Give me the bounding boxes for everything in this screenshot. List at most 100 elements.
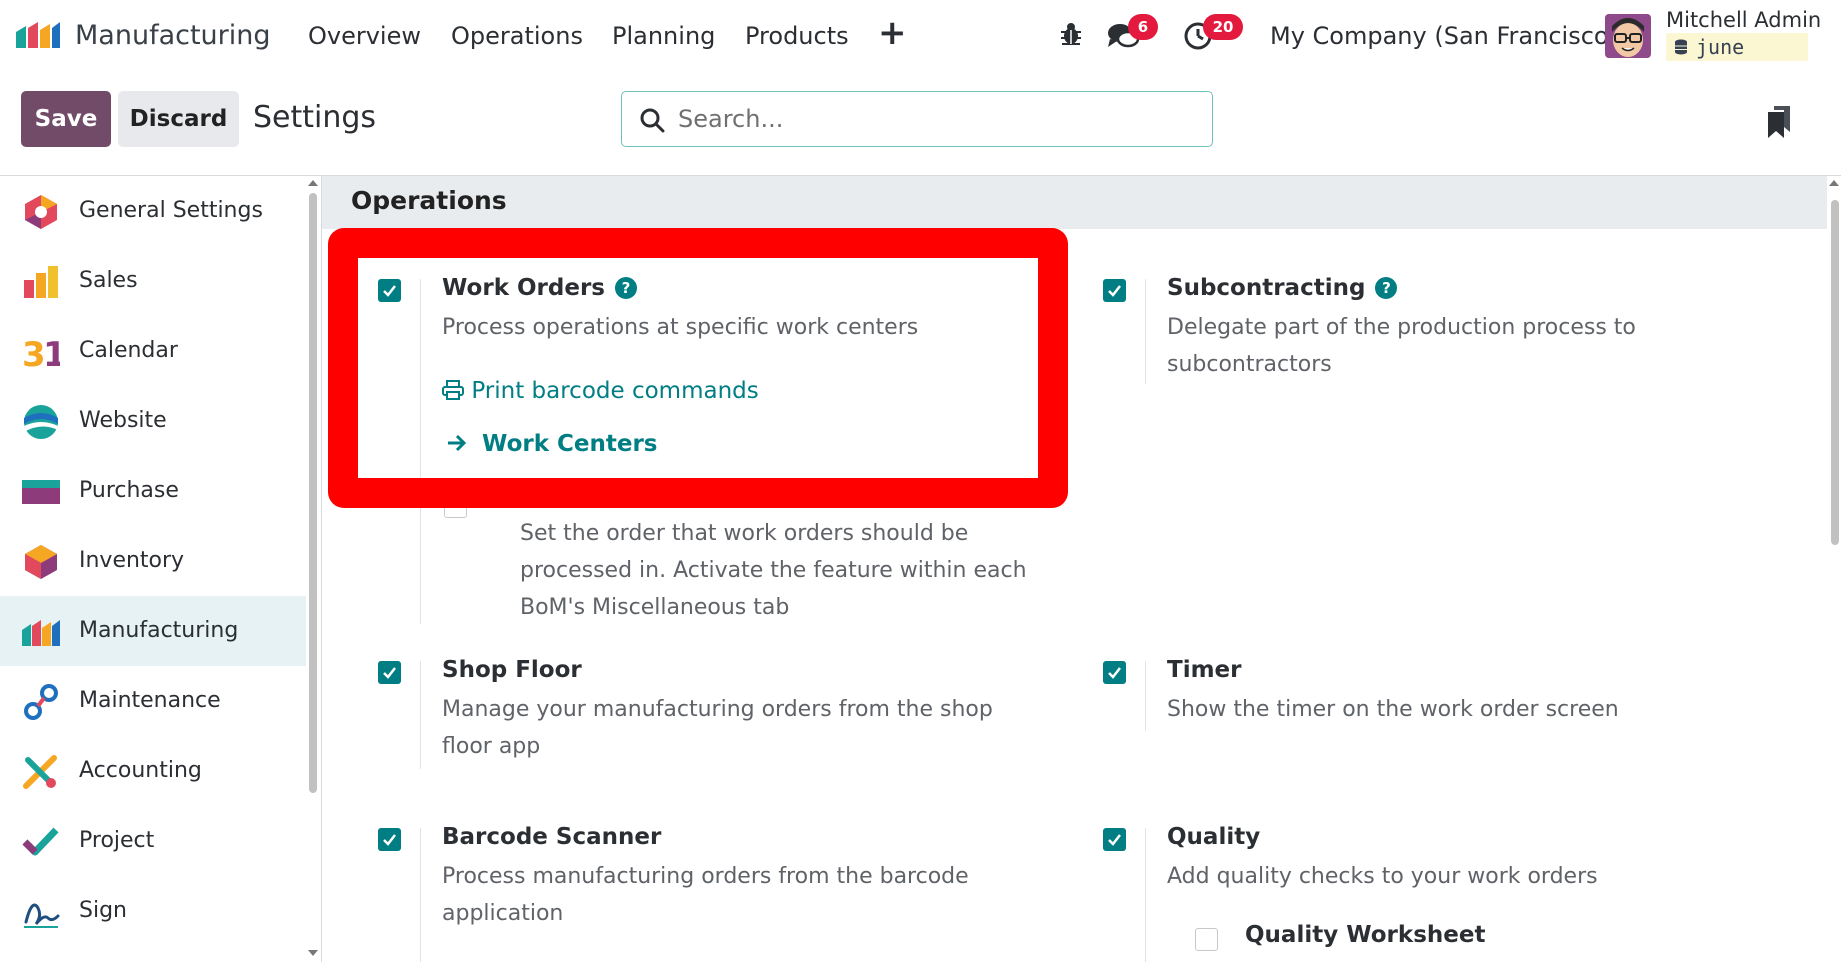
menu-planning[interactable]: Planning (612, 22, 715, 50)
setting-divider (1145, 279, 1146, 384)
quality-worksheet-checkbox[interactable] (1195, 928, 1218, 951)
sidebar-item-sign[interactable]: Sign (0, 876, 306, 946)
main-scroll-thumb[interactable] (1831, 200, 1839, 545)
company-switcher[interactable]: My Company (San Francisco) (1270, 22, 1618, 50)
quality-worksheet-title: Quality Worksheet (1245, 922, 1486, 948)
general-settings-icon (25, 195, 57, 229)
setting-description: Add quality checks to your work orders (1167, 864, 1598, 889)
activities-badge: 20 (1203, 14, 1243, 40)
sales-icon (24, 266, 58, 298)
bookmark-icon[interactable] (1766, 106, 1792, 138)
database-icon (1675, 39, 1687, 55)
inventory-icon (25, 545, 57, 579)
sidebar-divider (321, 176, 322, 962)
sidebar-item-label: Manufacturing (79, 618, 239, 643)
sidebar-item-label: Sign (79, 898, 127, 923)
section-header: Operations (322, 176, 1827, 229)
setting-divider (1145, 661, 1146, 731)
accounting-icon (23, 755, 57, 789)
sidebar-item-purchase[interactable]: Purchase (0, 456, 306, 526)
sidebar-item-label: Accounting (79, 758, 202, 783)
user-avatar[interactable] (1605, 14, 1651, 58)
save-button[interactable]: Save (21, 91, 111, 147)
sidebar-item-project[interactable]: Project (0, 806, 306, 876)
shop-floor-title: Shop Floor (442, 657, 582, 683)
sidebar-item-sales[interactable]: Sales (0, 246, 306, 316)
subcontracting-checkbox[interactable] (1103, 279, 1126, 302)
barcode-scanner-title: Barcode Scanner (442, 824, 662, 850)
setting-divider (420, 661, 421, 769)
sidebar-item-label: Maintenance (79, 688, 221, 713)
menu-operations[interactable]: Operations (451, 22, 583, 50)
messages-badge: 6 (1128, 14, 1158, 40)
search-bar[interactable] (621, 91, 1213, 147)
checkmark-icon (1108, 834, 1121, 846)
sidebar-item-general-settings[interactable]: General Settings (0, 176, 306, 246)
setting-divider (1145, 828, 1146, 962)
setting-description: Delegate part of the production process … (1167, 315, 1636, 377)
setting-title: Subcontracting? (1167, 275, 1398, 301)
search-icon (640, 108, 665, 133)
sidebar-item-maintenance[interactable]: Maintenance (0, 666, 306, 736)
user-avatar-icon (1605, 14, 1651, 58)
new-menu-plus-icon[interactable]: + (878, 16, 907, 50)
sidebar-item-accounting[interactable]: Accounting (0, 736, 306, 806)
manufacturing-logo-icon (16, 22, 60, 48)
checkmark-icon (383, 834, 396, 846)
setting-description: Manage your manufacturing orders from th… (442, 697, 993, 759)
setting-description: Process manufacturing orders from the ba… (442, 864, 969, 926)
checkmark-icon (1108, 667, 1121, 679)
highlight-annotation (328, 228, 1068, 508)
calendar-icon: 3 1 (22, 335, 60, 370)
quality-checkbox[interactable] (1103, 828, 1126, 851)
debug-bug-icon[interactable] (1058, 21, 1084, 47)
subcontracting-title: Subcontracting (1167, 275, 1366, 301)
purchase-icon (22, 480, 60, 504)
section-title: Operations (351, 186, 507, 215)
sidebar-item-manufacturing[interactable]: Manufacturing (0, 596, 306, 666)
barcode-scanner-checkbox[interactable] (378, 828, 401, 851)
sidebar-item-label: Sales (79, 268, 138, 293)
checkmark-icon (1108, 285, 1121, 297)
help-icon[interactable]: ? (1375, 277, 1398, 299)
setting-description: Set the order that work orders should be… (520, 521, 1027, 620)
sidebar-item-calendar[interactable]: 3 1 Calendar (0, 316, 306, 386)
maintenance-icon (24, 684, 58, 720)
settings-sidebar: General Settings Sales 3 1 Calendar Webs… (0, 176, 306, 962)
menu-overview[interactable]: Overview (308, 22, 421, 50)
sidebar-scroll-down-icon[interactable] (308, 950, 318, 956)
sidebar-item-label: Purchase (79, 478, 179, 503)
quality-title: Quality (1167, 824, 1261, 850)
setting-divider (420, 828, 421, 962)
manufacturing-icon (22, 620, 60, 646)
sidebar-scroll-thumb[interactable] (309, 193, 317, 793)
checkmark-icon (383, 667, 396, 679)
database-name: june (1696, 35, 1745, 59)
website-icon (24, 405, 58, 439)
database-chip: june (1666, 33, 1808, 61)
timer-checkbox[interactable] (1103, 661, 1126, 684)
sidebar-item-label: Inventory (79, 548, 185, 573)
search-input[interactable] (678, 100, 1198, 138)
top-navbar: Manufacturing Overview Operations Planni… (0, 0, 1841, 74)
timer-title: Timer (1167, 657, 1242, 683)
project-icon (22, 827, 59, 856)
menu-products[interactable]: Products (745, 22, 849, 50)
sidebar-item-label: General Settings (79, 198, 263, 223)
main-scroll-up-icon[interactable] (1829, 180, 1839, 186)
sidebar-item-website[interactable]: Website (0, 386, 306, 456)
sidebar-item-label: Calendar (79, 338, 178, 363)
sidebar-item-label: Project (79, 828, 155, 853)
sign-icon (24, 903, 60, 928)
app-brand[interactable]: Manufacturing (14, 18, 271, 51)
user-name[interactable]: Mitchell Admin (1666, 8, 1821, 32)
discard-button[interactable]: Discard (118, 91, 239, 147)
svg-text:1: 1 (43, 335, 60, 370)
setting-description: Show the timer on the work order screen (1167, 697, 1619, 722)
sidebar-item-label: Website (79, 408, 167, 433)
shop-floor-checkbox[interactable] (378, 661, 401, 684)
app-name: Manufacturing (75, 20, 271, 51)
sidebar-item-inventory[interactable]: Inventory (0, 526, 306, 596)
page-title: Settings (253, 100, 377, 135)
sidebar-scroll-up-icon[interactable] (308, 180, 318, 186)
